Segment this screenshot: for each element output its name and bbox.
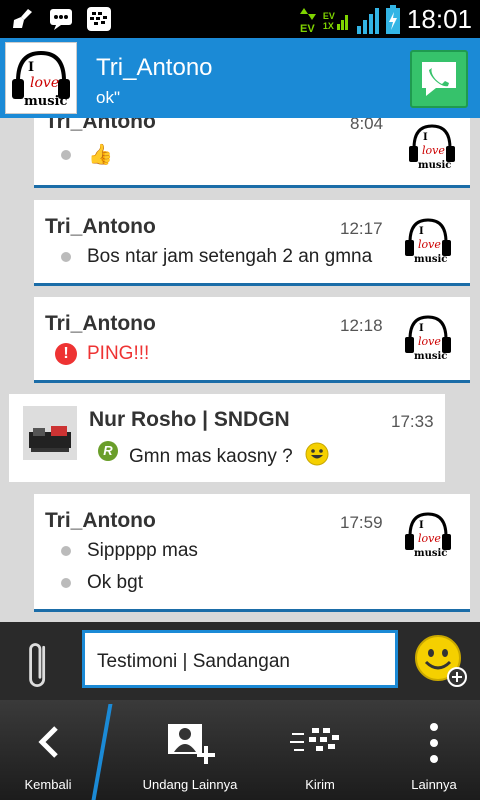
message-bubble-own[interactable]: Nur Rosho | SNDGN 17:33 R Gmn mas kaosny… — [9, 394, 445, 482]
phone-chat-icon — [422, 62, 456, 96]
clock: 18:01 — [406, 4, 472, 34]
chat-header[interactable]: Ilove music Tri_Antono ok" — [0, 38, 480, 118]
message-sender: Tri_Antono — [45, 509, 156, 532]
emoticon-add-icon[interactable] — [412, 632, 468, 688]
invite-more-label: Undang Lainnya — [142, 777, 238, 792]
svg-text:I: I — [423, 132, 428, 143]
svg-text:music: music — [414, 351, 447, 362]
svg-text:music: music — [414, 254, 447, 265]
message-time: 17:59 — [340, 513, 383, 532]
add-contact-icon — [168, 724, 215, 764]
bottom-navigation: Kembali Undang Lainnya Kirim Lainnya — [0, 700, 480, 800]
i-love-music-logo-icon: Ilove music — [405, 315, 451, 362]
message-bubble[interactable]: Tri_Antono 12:17 Bos ntar jam setengah 2… — [34, 200, 470, 286]
network-indicator: EV 1X — [323, 9, 351, 31]
bullet-icon — [61, 150, 71, 160]
i-love-music-logo-icon: Ilove music — [405, 512, 451, 559]
smiley-icon — [305, 442, 329, 466]
svg-text:music: music — [414, 548, 447, 559]
invite-more-button[interactable]: Undang Lainnya — [120, 700, 260, 800]
message-text: Bos ntar jam setengah 2 an gmna — [87, 246, 373, 267]
read-receipt-icon: R — [98, 441, 118, 461]
back-arrow-icon — [38, 726, 58, 758]
message-sender: Nur Rosho | SNDGN — [89, 408, 290, 431]
svg-text:love: love — [418, 335, 441, 348]
bbm-icon — [87, 7, 111, 31]
status-bar: EV EV 1X 18:01 — [0, 0, 480, 38]
battery-charging-icon — [385, 4, 400, 34]
own-avatar — [23, 406, 77, 460]
message-bubble[interactable]: Tri_Antono 12:18 ! PING!!! Ilove music — [34, 297, 470, 383]
message-composer: Testimoni | Sandangan — [0, 622, 480, 700]
message-bubble[interactable]: Tri_Antono 17:59 Sippppp mas Ok bgt Ilov… — [34, 494, 470, 612]
message-bubble[interactable]: Tri_Antono 8:04 👍 Ilove music — [34, 118, 470, 188]
svg-text:love: love — [418, 532, 441, 545]
svg-text:love: love — [30, 75, 59, 91]
bullet-icon — [61, 252, 71, 262]
message-sender: Tri_Antono — [45, 312, 156, 335]
more-label: Lainnya — [411, 777, 457, 792]
broom-icon — [13, 9, 32, 28]
message-text: Sippppp mas — [87, 540, 198, 561]
chat-history[interactable]: Tri_Antono 8:04 👍 Ilove music Tri_Antono … — [0, 118, 480, 622]
back-button[interactable]: Kembali — [0, 700, 96, 800]
contact-status: ok" — [96, 88, 120, 107]
message-icon — [50, 9, 72, 30]
message-sender: Tri_Antono — [45, 215, 156, 238]
send-button[interactable]: Kirim — [270, 700, 370, 800]
message-time: 12:17 — [340, 219, 383, 238]
svg-text:music: music — [24, 94, 67, 109]
svg-text:I: I — [419, 226, 424, 237]
sender-avatar: Ilove music — [406, 118, 458, 174]
message-text: 👍 — [88, 144, 113, 166]
svg-text:love: love — [422, 144, 445, 157]
ping-text: PING!!! — [87, 343, 150, 364]
message-time: 8:04 — [350, 118, 384, 133]
bullet-icon — [61, 546, 71, 556]
send-label: Kirim — [305, 777, 335, 792]
sender-avatar: Ilove music — [402, 506, 454, 562]
ev-label: EV — [300, 23, 315, 34]
message-text: Ok bgt — [87, 572, 143, 593]
svg-text:love: love — [418, 238, 441, 251]
sender-avatar: Ilove music — [402, 212, 454, 268]
svg-text:I: I — [419, 520, 424, 531]
i-love-music-logo-icon: Ilove music — [12, 50, 70, 109]
svg-text:I: I — [28, 60, 34, 75]
bullet-icon — [61, 578, 71, 588]
attachment-icon[interactable] — [24, 638, 54, 694]
data-arrows-icon: EV — [299, 7, 316, 34]
contact-name: Tri_Antono — [96, 54, 213, 81]
bbm-send-icon — [290, 728, 339, 751]
svg-text:music: music — [418, 160, 451, 171]
i-love-music-logo-icon: Ilove music — [409, 124, 455, 171]
message-time: 17:33 — [391, 412, 434, 431]
signal-icon — [356, 7, 379, 34]
more-button[interactable]: Lainnya — [388, 700, 480, 800]
message-sender: Tri_Antono — [45, 118, 156, 133]
signal-small-icon — [336, 14, 348, 30]
message-time: 12:18 — [340, 316, 383, 335]
message-input[interactable]: Testimoni | Sandangan — [82, 630, 398, 688]
call-button[interactable] — [410, 50, 468, 108]
svg-text:I: I — [419, 323, 424, 334]
message-text: Gmn mas kaosny ? — [129, 446, 293, 467]
ping-alert-icon: ! — [55, 343, 77, 365]
back-label: Kembali — [24, 777, 72, 792]
overflow-menu-icon — [430, 723, 438, 763]
i-love-music-logo-icon: Ilove music — [405, 218, 451, 265]
product-photo-icon — [23, 406, 77, 460]
contact-avatar[interactable]: Ilove music — [5, 42, 77, 114]
sender-avatar: Ilove music — [402, 309, 454, 365]
